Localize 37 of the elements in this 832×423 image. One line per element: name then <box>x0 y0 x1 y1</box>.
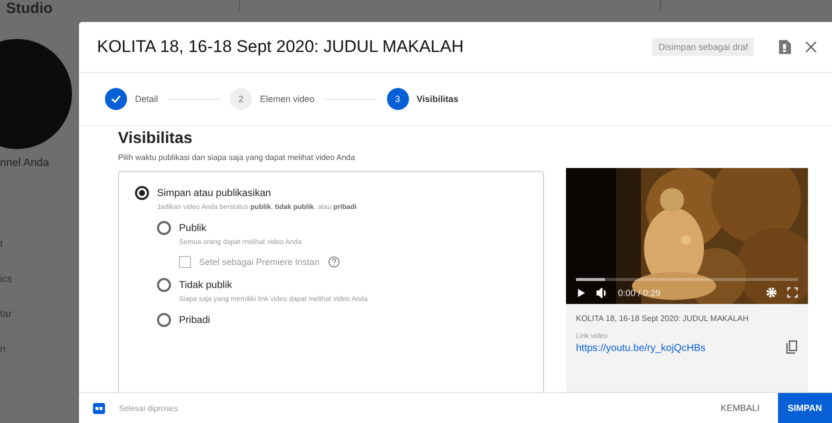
option-label: Simpan atau publikasikan <box>157 188 271 198</box>
studio-logo-text: Studio <box>5 0 54 17</box>
radio-button[interactable] <box>135 186 149 200</box>
video-time: 0:00 / 0:29 <box>618 288 662 298</box>
section-subheading: Pilih waktu publikasi dan siapa saja yang dapat melihat video Anda <box>118 153 356 162</box>
check-icon[interactable] <box>105 88 127 110</box>
video-link[interactable]: https://youtu.be/ry_kojQcHBs <box>576 343 706 354</box>
status-text: Selesai diproses <box>119 404 179 412</box>
processed-icon <box>93 402 105 414</box>
option-label: Tidak publik <box>179 280 232 290</box>
step-label[interactable]: Elemen video <box>260 94 315 104</box>
volume-icon[interactable] <box>596 288 608 298</box>
radio-button[interactable] <box>157 278 171 292</box>
radio-button[interactable] <box>157 313 171 327</box>
channel-name: nnel Anda <box>0 157 50 169</box>
step-label[interactable]: Detail <box>135 94 158 104</box>
settings-icon[interactable] <box>766 287 777 298</box>
search-field[interactable] <box>239 0 661 10</box>
save-button[interactable]: SIMPAN <box>778 393 832 423</box>
option-label: Pribadi <box>179 314 210 326</box>
progress-bar[interactable] <box>576 278 798 281</box>
option-label: Publik <box>179 222 206 234</box>
section-heading: Visibilitas <box>118 130 194 148</box>
dialog-title: KOLITA 18, 16-18 Sept 2020: JUDUL MAKALAH <box>97 37 465 57</box>
step-label[interactable]: Visibilitas <box>416 94 458 104</box>
back-button[interactable]: KEMBALI <box>712 395 768 421</box>
checkbox-label: Setel sebagai Premiere Instan <box>199 257 320 267</box>
help-icon[interactable] <box>328 256 340 268</box>
play-icon[interactable] <box>576 288 586 298</box>
alert-icon[interactable] <box>776 38 794 56</box>
step-number[interactable]: 2 <box>230 88 252 110</box>
video-title: KOLITA 18, 16-18 Sept 2020: JUDUL MAKALAH <box>576 314 750 323</box>
draft-badge: Disimpan sebagai draf <box>652 38 754 56</box>
copy-icon[interactable] <box>786 340 798 354</box>
step-number[interactable]: 3 <box>386 88 409 110</box>
radio-button[interactable] <box>157 221 171 235</box>
fullscreen-icon[interactable] <box>787 287 798 298</box>
